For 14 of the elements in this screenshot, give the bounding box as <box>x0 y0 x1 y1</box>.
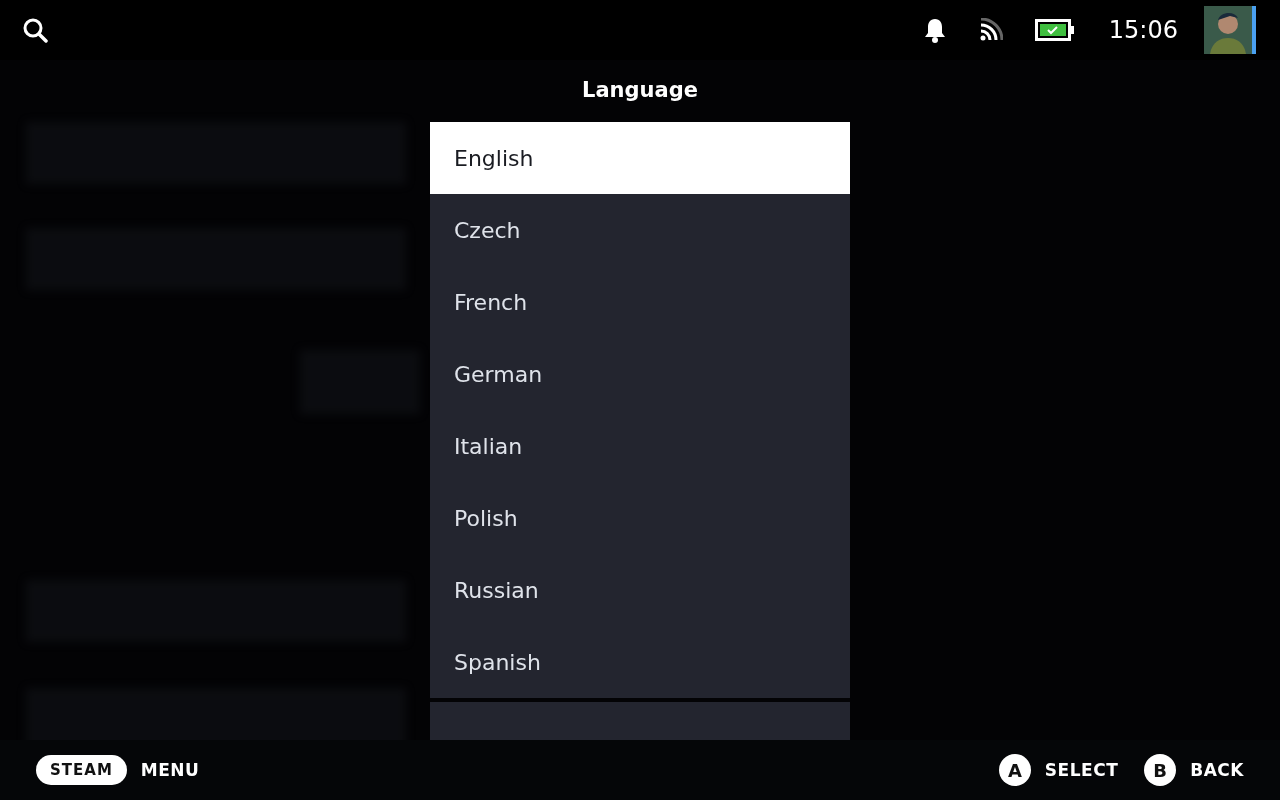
battery-icon[interactable] <box>1034 19 1075 41</box>
action-label: SELECT <box>1044 760 1119 780</box>
signal-icon[interactable] <box>978 18 1003 42</box>
controller-button[interactable]: A <box>998 754 1031 786</box>
controller-button[interactable]: B <box>1144 754 1177 786</box>
avatar[interactable] <box>1204 6 1256 54</box>
dialog-title: Language <box>582 78 698 102</box>
bell-icon[interactable] <box>922 17 947 43</box>
search-icon[interactable] <box>22 17 48 43</box>
language-option[interactable]: English <box>430 122 850 194</box>
steam-button[interactable]: STEAM <box>36 755 127 785</box>
menu-label: MENU <box>140 760 200 780</box>
clock-time: 15:06 <box>1108 16 1178 44</box>
action-label: BACK <box>1190 760 1244 780</box>
